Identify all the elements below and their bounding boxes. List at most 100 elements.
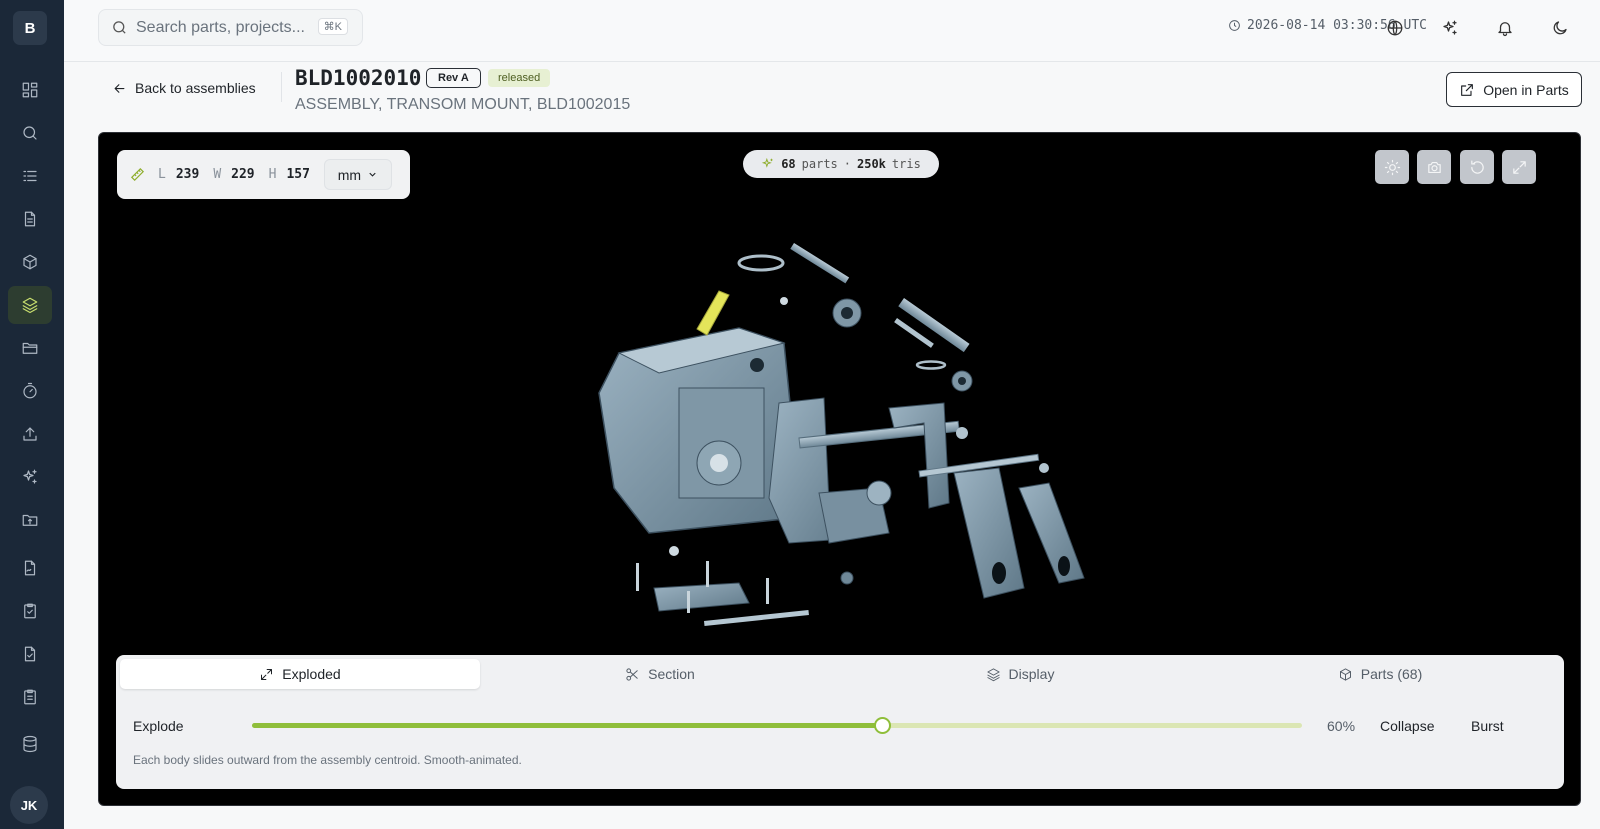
- search-input[interactable]: Search parts, projects... ⌘K: [98, 9, 363, 46]
- model-part: [1018, 482, 1085, 584]
- burst-button[interactable]: Burst: [1471, 718, 1504, 734]
- lighting-button[interactable]: [1375, 150, 1409, 184]
- assembly-id: BLD1002010: [295, 66, 422, 90]
- fullscreen-button[interactable]: [1502, 150, 1536, 184]
- explode-slider[interactable]: [252, 717, 1302, 734]
- model-part: [958, 377, 966, 385]
- stats-separator: ·: [843, 157, 851, 171]
- open-in-parts-button[interactable]: Open in Parts: [1446, 72, 1582, 107]
- list-icon: [23, 170, 37, 182]
- search-icon: [113, 21, 126, 34]
- tab-label: Exploded: [282, 666, 341, 682]
- file-signature-icon: [24, 560, 36, 576]
- model-part: [687, 591, 690, 613]
- sidebar-item-upload[interactable]: [8, 415, 52, 453]
- ruler-icon: [130, 167, 145, 182]
- language-button[interactable]: [1382, 15, 1408, 41]
- sidebar-item-signatures[interactable]: [8, 549, 52, 587]
- sidebar-item-database[interactable]: [8, 725, 52, 763]
- theme-toggle[interactable]: [1547, 15, 1573, 41]
- model-part: [956, 427, 968, 439]
- tab-label: Parts (68): [1360, 666, 1423, 682]
- chevron-down-icon: [369, 172, 376, 177]
- explode-slider-thumb[interactable]: [874, 717, 891, 734]
- model-part: [737, 254, 785, 272]
- moon-icon: [1553, 21, 1567, 35]
- sidebar-item-assemblies[interactable]: [8, 286, 52, 324]
- sidebar-item-checks[interactable]: [8, 635, 52, 673]
- tab-display[interactable]: Display: [840, 659, 1200, 689]
- panel-tabs: Exploded Section Display Parts (68): [120, 659, 1560, 689]
- box-icon: [1339, 667, 1351, 681]
- tris-count: 250k: [857, 157, 886, 171]
- model-part: [780, 297, 788, 305]
- model-part: [750, 358, 764, 372]
- collapse-button[interactable]: Collapse: [1380, 718, 1434, 734]
- page-bottom: [64, 806, 1600, 829]
- database-icon: [23, 735, 37, 753]
- external-link-icon: [1461, 83, 1474, 96]
- sidebar-item-tasks[interactable]: [8, 678, 52, 716]
- revision-badge: Rev A: [426, 68, 481, 88]
- model-part: [915, 360, 947, 370]
- width-label: W: [213, 167, 222, 182]
- tris-label: tris: [891, 157, 921, 171]
- sidebar-item-timer[interactable]: [8, 372, 52, 410]
- folder-icon: [22, 342, 38, 354]
- app-logo[interactable]: B: [13, 11, 47, 45]
- timer-icon: [23, 382, 37, 399]
- notifications-button[interactable]: [1492, 15, 1518, 41]
- clipboard-list-icon: [24, 689, 36, 705]
- user-avatar[interactable]: JK: [10, 786, 48, 824]
- tab-label: Display: [1008, 666, 1055, 682]
- open-in-parts-label: Open in Parts: [1483, 81, 1569, 98]
- model-part: [841, 307, 853, 319]
- model-stats: 68 parts · 250k tris: [743, 150, 939, 178]
- back-to-assemblies-link[interactable]: Back to assemblies: [112, 80, 256, 96]
- model-part: [953, 467, 1025, 599]
- model-part: [636, 563, 639, 591]
- sidebar-item-list[interactable]: [8, 157, 52, 195]
- tab-label: Section: [648, 666, 695, 682]
- exploded-assembly-model[interactable]: [579, 233, 1199, 643]
- status-badge: released: [488, 69, 551, 87]
- scissors-icon: [626, 667, 638, 681]
- model-part: [766, 578, 769, 604]
- sidebar-item-dashboard[interactable]: [8, 71, 52, 109]
- 3d-viewer[interactable]: L 239 W 229 H 157 mm 68 parts · 250k tri…: [98, 132, 1581, 806]
- tab-section[interactable]: Section: [480, 659, 840, 689]
- reset-view-button[interactable]: [1460, 150, 1494, 184]
- ai-assistant-button[interactable]: [1437, 15, 1463, 41]
- header-divider: [281, 72, 282, 102]
- tab-exploded[interactable]: Exploded: [120, 659, 480, 689]
- unit-select[interactable]: mm: [323, 159, 392, 190]
- sidebar-item-projects[interactable]: [8, 329, 52, 367]
- length-label: L: [158, 167, 166, 182]
- search-placeholder: Search parts, projects...: [136, 18, 305, 36]
- file-check-icon: [24, 646, 36, 662]
- model-part: [888, 402, 950, 509]
- sidebar-item-parts[interactable]: [8, 243, 52, 281]
- cube-icon: [23, 254, 37, 270]
- screenshot-button[interactable]: [1417, 150, 1451, 184]
- sidebar-item-search[interactable]: [8, 114, 52, 152]
- sidebar-item-documents[interactable]: [8, 200, 52, 238]
- sidebar-item-imports[interactable]: [8, 501, 52, 539]
- assembly-description: ASSEMBLY, TRANSOM MOUNT, BLD1002015: [295, 96, 631, 113]
- shortcut-hint: ⌘K: [317, 18, 348, 35]
- dimensions-box: L 239 W 229 H 157 mm: [117, 150, 410, 199]
- width-value: 229: [231, 167, 255, 182]
- top-bar: Search parts, projects... ⌘K 2026-08-14 …: [64, 0, 1600, 62]
- sidebar-item-approvals[interactable]: [8, 592, 52, 630]
- unit-value: mm: [337, 166, 362, 183]
- clock-icon: [1229, 20, 1240, 31]
- tab-parts[interactable]: Parts (68): [1200, 659, 1560, 689]
- model-part-highlighted: [696, 290, 730, 336]
- sidebar-item-ai[interactable]: [8, 458, 52, 496]
- model-part: [790, 243, 850, 284]
- sparkles-icon: [1443, 20, 1457, 35]
- model-part: [669, 546, 679, 556]
- layers-icon: [22, 297, 38, 314]
- camera-icon: [1427, 161, 1441, 173]
- model-part: [1058, 556, 1070, 576]
